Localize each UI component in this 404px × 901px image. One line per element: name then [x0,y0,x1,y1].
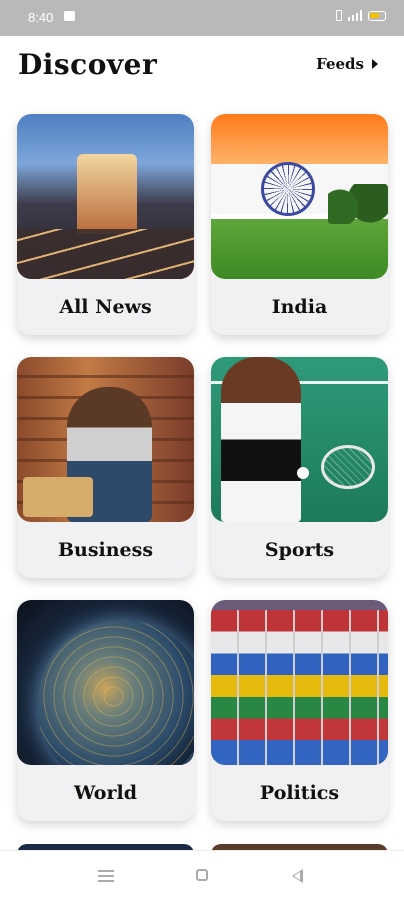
category-label: All News [59,296,152,318]
india-image [211,114,388,279]
category-card-business[interactable]: Business [17,357,194,578]
header: Discover Feeds [0,36,404,106]
world-image [17,600,194,765]
message-icon [64,11,75,21]
sim-icon [335,10,342,21]
back-icon[interactable] [292,869,303,883]
politics-image [211,600,388,765]
category-card-world[interactable]: World [17,600,194,821]
category-card-sports[interactable]: Sports [211,357,388,578]
status-bar: 8:40 [0,0,404,36]
sports-image [211,357,388,522]
category-card-politics[interactable]: Politics [211,600,388,821]
category-label: Business [57,539,154,561]
feeds-button[interactable]: Feeds [316,55,378,73]
category-label: Politics [259,782,340,804]
status-icons [335,10,386,21]
status-time: 8:40 [28,10,54,25]
category-label: Sports [264,539,335,561]
home-icon[interactable] [196,869,208,881]
system-nav-bar [0,850,404,901]
menu-icon[interactable] [98,870,114,882]
category-label: World [74,782,137,804]
all-news-image [17,114,194,279]
category-card-all-news[interactable]: All News [17,114,194,335]
page-title: Discover [18,48,158,81]
signal-icon [347,10,362,21]
category-label: India [271,296,328,318]
business-image [17,357,194,522]
feeds-label: Feeds [316,55,364,73]
category-card-india[interactable]: India [211,114,388,335]
chevron-right-icon [372,59,378,69]
battery-icon [368,10,386,21]
